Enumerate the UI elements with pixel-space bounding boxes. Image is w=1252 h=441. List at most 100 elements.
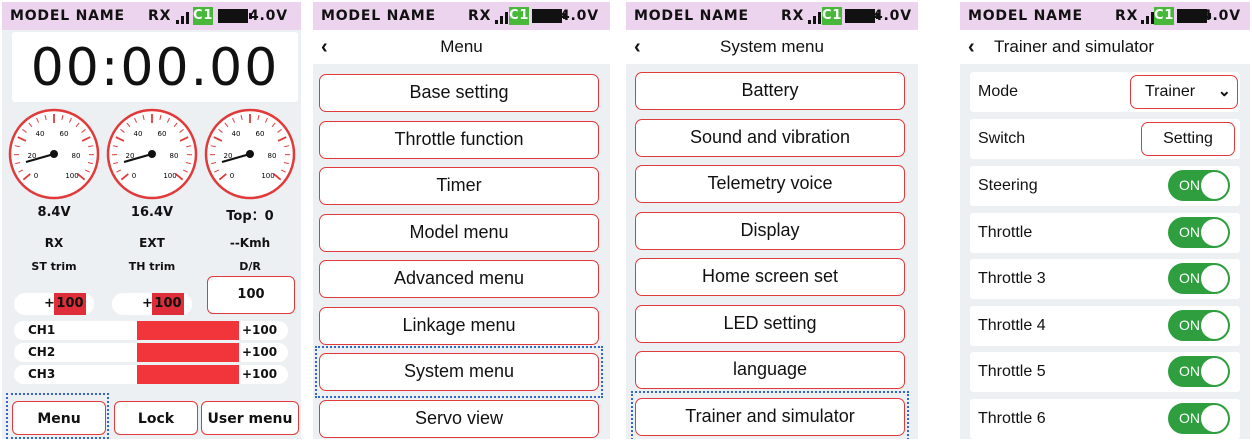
trainer-header: ‹ Trainer and simulator [960,30,1250,64]
toggle-label: Throttle 5 [978,363,1046,380]
menu-item-advanced-menu[interactable]: Advanced menu [319,260,599,298]
toggle-switch[interactable]: ON [1168,263,1230,294]
toggle-switch[interactable]: ON [1168,216,1230,248]
trim-value: 100 [152,293,184,315]
menu-item-label: Trainer and simulator [685,405,855,426]
menu-item-label: Throttle function [394,128,524,149]
toggle-state: ON [1179,177,1200,193]
menu-item-timer[interactable]: Timer [319,167,599,205]
channel-value: +100 [242,367,278,381]
menu-item-language[interactable]: language [635,351,905,389]
chevron-left-icon[interactable]: ‹ [634,30,641,64]
menu-item-led-setting[interactable]: LED setting [635,304,905,343]
toggle-switch[interactable]: ON [1168,170,1230,201]
trim-value: 100 [54,293,86,315]
toggle-state: ON [1179,316,1200,333]
chevron-left-icon[interactable]: ‹ [968,30,975,64]
gauge-tick-label: 80 [170,152,179,160]
channel-badge: C1 [1154,7,1175,25]
gauge-tick-label: 60 [60,130,69,138]
channel-name: CH2 [28,345,56,359]
dr-value-box[interactable]: 100 [207,276,295,314]
speed-gauge: 20 40 60 80 100 0 [104,106,200,202]
toggle-knob [1201,358,1228,385]
dr-label: D/R [239,260,261,273]
menu-item-label: Model menu [409,221,509,242]
user-menu-button[interactable]: User menu [201,401,299,435]
toggle-knob [1201,404,1228,432]
trim-value-box[interactable]: +100 [112,293,192,315]
speed-gauge: 20 40 60 80 100 0 [6,106,102,202]
menu-item-trainer-and-simulator[interactable]: Trainer and simulator [635,397,905,436]
menu-item-label: Home screen set [701,266,839,286]
mode-label: Mode [978,83,1019,100]
channel-row: CH1 +100 [14,321,288,340]
model-name: MODEL NAME [634,8,749,24]
gauge-caption: --Kmh [229,236,271,250]
toggle-switch[interactable]: ON [1168,356,1230,387]
menu-item-base-setting[interactable]: Base setting [319,74,599,112]
menu-item-system-menu[interactable]: System menu [319,353,599,391]
menu-item-label: LED setting [723,312,817,333]
signal-bars-icon [808,10,822,24]
gauge-hub [246,150,254,158]
page-title: Menu [440,37,483,56]
menu-screen: MODEL NAME RX C1 4.0V ‹ Menu Base setting Th… [313,2,610,439]
gauge-tick-label: 0 [132,172,136,180]
switch-setting-button[interactable]: Setting [1141,122,1235,156]
menu-button[interactable]: Menu [12,401,106,435]
gauge-tick-label: 100 [163,172,176,180]
menu-item-home-screen-set[interactable]: Home screen set [635,258,905,296]
gauge-dial: 2040 60801000 [204,108,296,200]
lock-button[interactable]: Lock [114,401,198,435]
toggle-row-throttle-6: Throttle 6 ON [970,398,1240,439]
toggle-state: ON [1179,270,1200,286]
gauge-hub [50,150,58,158]
menu-item-throttle-function[interactable]: Throttle function [319,120,599,159]
chevron-left-icon[interactable]: ‹ [321,30,328,64]
menu-item-label: Sound and vibration [689,126,851,147]
gauge-caption: RX [44,236,64,250]
channel-badge: C1 [509,7,530,25]
gauge-tick-label: 0 [34,172,38,180]
menu-item-display[interactable]: Display [635,211,905,250]
menu-item-telemetry-voice[interactable]: Telemetry voice [635,165,905,203]
gauge-tick-label: 100 [261,172,274,180]
menu-item-label: Battery [741,80,799,100]
menu-button-label: Menu [37,411,81,427]
speed-gauge: 20 40 60 80 100 0 [202,106,298,202]
toggle-label: Throttle 6 [978,409,1046,427]
channel-badge: C1 [822,7,843,25]
menu-item-label: Advanced menu [393,268,525,288]
toggle-knob [1201,265,1228,292]
menu-header: ‹ Menu [313,30,610,64]
menu-item-model-menu[interactable]: Model menu [319,213,599,252]
trim-value-box[interactable]: +100 [14,293,94,315]
gauge-tick-label: 40 [134,130,143,138]
toggle-switch[interactable]: ON [1168,309,1230,341]
status-bar: MODEL NAME RX C1 4.0V [626,2,918,30]
chevron-down-icon: ⌄ [1217,83,1231,100]
gauge-dial: 2040 60801000 [8,108,100,200]
gauge-tick-label: 100 [65,172,78,180]
mode-select[interactable]: Trainer ⌄ [1130,75,1238,109]
channel-row: CH3 +100 [14,365,288,384]
menu-item-linkage-menu[interactable]: Linkage menu [319,306,599,345]
channel-name: CH3 [28,367,56,381]
menu-item-battery[interactable]: Battery [635,72,905,110]
menu-item-sound-and-vibration[interactable]: Sound and vibration [635,118,905,157]
system-menu-header: ‹ System menu [626,30,918,64]
gauge-tick-label: 40 [36,130,45,138]
battery-icon [845,9,879,23]
system-menu-screen: MODEL NAME RX C1 4.0V ‹ System menu Battery… [626,2,918,439]
gauge-tick-label: 0 [230,172,234,180]
dr-value: 100 [237,287,265,302]
status-bar: MODEL NAME RX C1 4.0V [2,2,301,30]
toggle-state: ON [1179,223,1200,240]
rx-label: RX [1115,8,1139,24]
toggle-switch[interactable]: ON [1168,402,1230,434]
battery-voltage: 4.0V [1202,8,1241,24]
rx-label: RX [468,8,492,24]
gauge-dial: 2040 60801000 [106,108,198,200]
menu-item-servo-view[interactable]: Servo view [319,399,599,438]
